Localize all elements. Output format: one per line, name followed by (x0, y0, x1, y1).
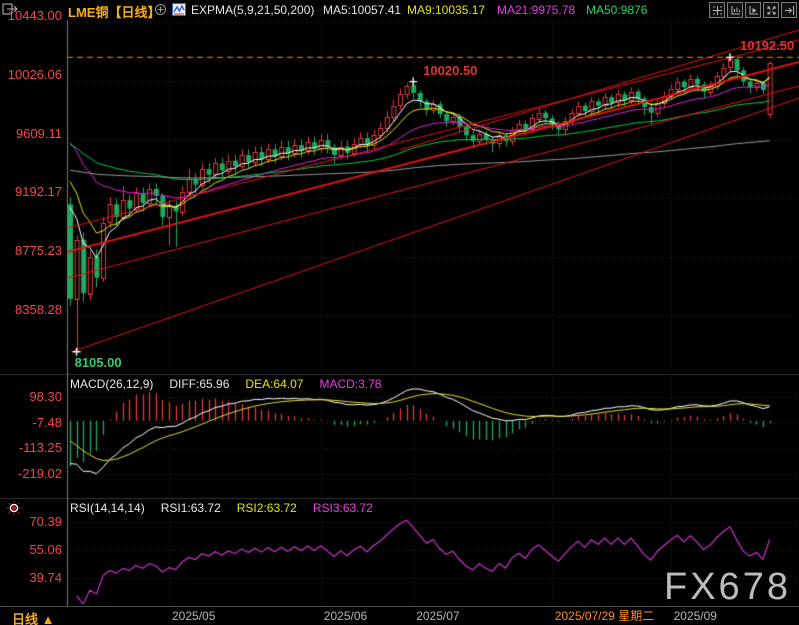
rsi2-value: RSI2:63.72 (237, 501, 297, 515)
fit-zoom-icon[interactable] (763, 2, 779, 18)
ma50-value: MA50:9876 (586, 3, 647, 17)
main-y-tick: 8775.23 (0, 244, 62, 258)
axis-scale-icon[interactable] (727, 2, 743, 18)
main-y-tick: 10443.00 (0, 9, 62, 23)
macd-y-tick: 98.30 (0, 390, 62, 404)
period-selector[interactable]: 日线 ▲ (12, 609, 55, 625)
macd-y-tick: -219.02 (0, 467, 62, 481)
ma5-value: MA5:10057.41 (323, 3, 401, 17)
collapse-right-icon[interactable] (781, 2, 797, 18)
x-axis-tick: 2025/09 (674, 609, 717, 623)
chart-canvas[interactable] (0, 0, 799, 625)
high-price-label: 10020.50 (423, 64, 477, 78)
macd-label-row: MACD(26,12,9) DIFF:65.96 DEA:64.07 MACD:… (70, 377, 381, 391)
mini-chart-icon[interactable] (172, 3, 186, 19)
x-axis-tick: 2025/07 (416, 609, 459, 623)
rsi3-value: RSI3:63.72 (313, 501, 373, 515)
main-y-tick: 9192.17 (0, 185, 62, 199)
rsi1-value: RSI1:63.72 (161, 501, 221, 515)
rsi-y-tick: 55.06 (0, 543, 62, 557)
rsi-y-tick: 39.74 (0, 571, 62, 585)
macd-value: MACD:3.78 (319, 377, 381, 391)
expma-params-label: EXPMA(5,9,21,50,200) (191, 3, 314, 17)
playback-icon[interactable] (745, 2, 761, 18)
rsi-y-tick: 70.39 (0, 515, 62, 529)
add-indicator-icon[interactable] (154, 3, 167, 19)
main-y-tick: 8358.28 (0, 303, 62, 317)
macd-params-label: MACD(26,12,9) (70, 377, 153, 391)
crosshair-tool-icon[interactable] (709, 2, 725, 18)
x-axis-tick: 2025/07/29 星期二 (555, 609, 654, 623)
rsi-label-row: RSI(14,14,14) RSI1:63.72 RSI2:63.72 RSI3… (70, 501, 373, 515)
chart-app-window: LME铜【日线】 EXPMA(5,9,21,50,200) MA5:10057.… (0, 0, 799, 625)
chart-toolbar (709, 2, 797, 18)
macd-y-tick: -113.25 (0, 441, 62, 455)
rsi-params-label: RSI(14,14,14) (70, 501, 145, 515)
macd-dea-value: DEA:64.07 (245, 377, 303, 391)
high-price-label: 10192.50 (740, 39, 794, 53)
x-axis-tick: 2025/06 (324, 609, 367, 623)
ma9-value: MA9:10035.17 (407, 3, 485, 17)
top-bar: LME铜【日线】 EXPMA(5,9,21,50,200) MA5:10057.… (0, 0, 799, 20)
low-price-label: 8105.00 (75, 356, 122, 370)
ma21-value: MA21:9975.78 (497, 3, 575, 17)
period-label: 日线 (12, 612, 38, 625)
x-axis-tick: 2025/05 (172, 609, 215, 623)
macd-y-tick: -7.48 (0, 416, 62, 430)
period-up-arrow-icon: ▲ (42, 612, 55, 625)
instrument-title: LME铜【日线】 (68, 2, 160, 21)
watermark: FX678 (664, 566, 791, 609)
main-y-tick: 10026.06 (0, 68, 62, 82)
main-y-tick: 9609.11 (0, 127, 62, 141)
macd-diff-value: DIFF:65.96 (169, 377, 229, 391)
